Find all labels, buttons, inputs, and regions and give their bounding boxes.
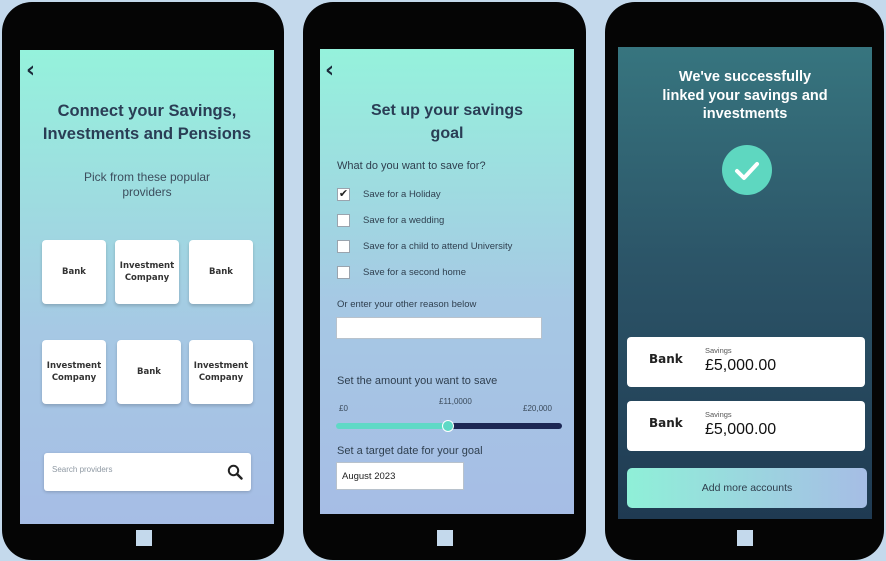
provider-tile-bank-3[interactable]: Bank <box>117 340 181 404</box>
connect-screen: ‹ Connect your Savings, Investments and … <box>20 50 274 524</box>
account-balance: £5,000.00 <box>705 421 777 438</box>
success-check-circle <box>722 145 772 195</box>
add-more-accounts-button[interactable]: Add more accounts <box>627 468 867 508</box>
slider-track-empty[interactable] <box>448 423 562 429</box>
phone-frame-success: We've successfully linked your savings a… <box>605 2 884 560</box>
home-button[interactable] <box>737 530 753 546</box>
account-card-2[interactable]: Bank Savings £5,000.00 <box>627 401 865 451</box>
account-bank-name: Bank <box>649 352 683 366</box>
wedding-label: Save for a wedding <box>363 215 445 226</box>
page-title: Set up your savings goal <box>370 102 524 142</box>
checkmark-icon <box>735 162 759 180</box>
slider-track-filled[interactable] <box>336 423 448 429</box>
phone-frame-savings-goal: ‹ Set up your savings goal What do you w… <box>303 2 586 560</box>
slider-min-label: £0 <box>339 404 348 413</box>
phone-frame-connect: ‹ Connect your Savings, Investments and … <box>2 2 284 560</box>
account-balance: £5,000.00 <box>705 357 777 374</box>
other-reason-label: Or enter your other reason below <box>337 299 477 310</box>
target-date-input[interactable]: August 2023 <box>336 462 464 490</box>
target-date-label: Set a target date for your goal <box>337 445 483 457</box>
account-type: Savings <box>705 346 732 355</box>
other-reason-input[interactable] <box>336 317 542 339</box>
account-type: Savings <box>705 410 732 419</box>
account-bank-name: Bank <box>649 416 683 430</box>
second-home-checkbox[interactable] <box>337 266 350 279</box>
back-icon[interactable]: ‹ <box>325 60 334 82</box>
account-card-1[interactable]: Bank Savings £5,000.00 <box>627 337 865 387</box>
search-icon[interactable] <box>227 464 243 480</box>
back-icon[interactable]: ‹ <box>26 60 35 82</box>
amount-label: Set the amount you want to save <box>337 375 498 387</box>
success-screen: We've successfully linked your savings a… <box>618 47 872 519</box>
slider-value-label: £11,0000 <box>439 397 472 406</box>
page-subtitle: Pick from these popular providers <box>83 170 211 199</box>
slider-handle[interactable] <box>442 420 454 432</box>
wedding-checkbox[interactable] <box>337 214 350 227</box>
university-checkbox[interactable] <box>337 240 350 253</box>
provider-tile-investment-1[interactable]: Investment Company <box>115 240 179 304</box>
target-date-value: August 2023 <box>342 471 396 482</box>
provider-tile-investment-2[interactable]: Investment Company <box>42 340 106 404</box>
success-title: We've successfully linked your savings a… <box>662 69 828 122</box>
provider-tile-investment-3[interactable]: Investment Company <box>189 340 253 404</box>
home-button[interactable] <box>437 530 453 546</box>
savings-goal-screen: ‹ Set up your savings goal What do you w… <box>320 49 574 514</box>
save-for-question: What do you want to save for? <box>337 160 486 172</box>
home-button[interactable] <box>136 530 152 546</box>
holiday-label: Save for a Holiday <box>363 189 441 200</box>
holiday-checkbox[interactable]: ✔ <box>337 188 350 201</box>
search-input[interactable]: Search providers <box>44 453 251 491</box>
slider-max-label: £20,000 <box>523 404 552 413</box>
second-home-label: Save for a second home <box>363 267 466 278</box>
university-label: Save for a child to attend University <box>363 241 513 252</box>
page-title: Connect your Savings, Investments and Pe… <box>42 102 252 143</box>
provider-tile-bank-2[interactable]: Bank <box>189 240 253 304</box>
search-placeholder: Search providers <box>52 465 113 474</box>
provider-tile-bank-1[interactable]: Bank <box>42 240 106 304</box>
